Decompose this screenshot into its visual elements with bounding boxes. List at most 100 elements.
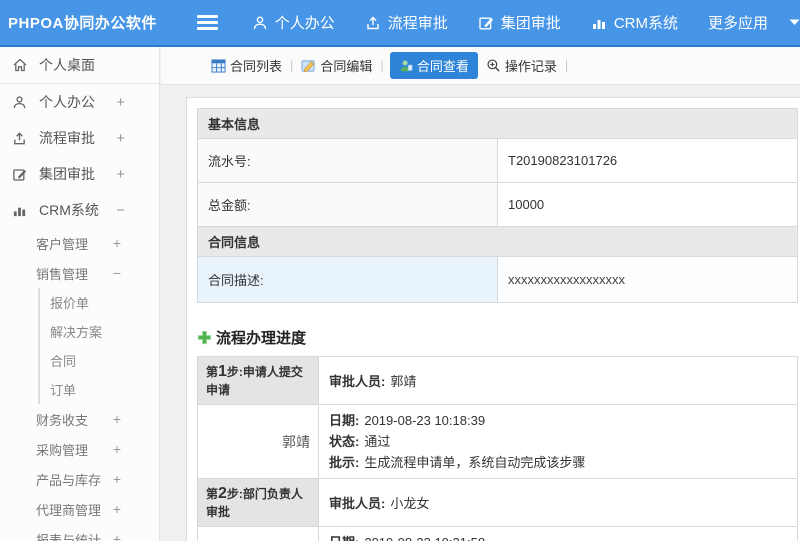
topnav-label: CRM系统 [613, 15, 678, 32]
sidebar-item-crm[interactable]: CRM系统 − [0, 192, 159, 228]
collapse-toggle[interactable]: − [113, 265, 121, 281]
sidebar-item-finance[interactable]: 财务收支 + [0, 404, 159, 434]
process-progress-label: 流程办理进度 [216, 330, 307, 347]
table-icon [211, 58, 226, 73]
sidebar-item-label: 财务收支 [36, 412, 89, 428]
tab-separator: | [290, 58, 294, 73]
expand-toggle[interactable]: + [116, 94, 125, 111]
contract-info-table: 基本信息 流水号: T20190823101726 总金额: 10000 合同信… [197, 108, 798, 303]
table-row: 总金额: 10000 [197, 182, 798, 227]
sidebar-item-sales-mgmt[interactable]: 销售管理 − [0, 258, 159, 288]
zoom-plus-icon [486, 58, 501, 73]
sidebar-item-label: 解决方案 [50, 325, 103, 340]
app-title: PHPOA协同办公软件 [8, 15, 157, 32]
field-value-description: xxxxxxxxxxxxxxxxxx [497, 256, 798, 303]
table-row: 郭靖 日期: 2019-08-23 10:18:39 状态: 通过 批示: 生成流程申… [197, 404, 798, 479]
sidebar-item-label: 报价单 [50, 296, 90, 311]
tab-bar: 合同列表 | 合同编辑 | 合同查看 操作记录 | [161, 47, 800, 85]
topnav-group-approval[interactable]: 集团审批 [478, 12, 561, 33]
expand-toggle[interactable]: + [113, 501, 121, 517]
expand-toggle[interactable]: + [113, 471, 121, 487]
sidebar-item-workflow-approval[interactable]: 流程审批 + [0, 120, 159, 156]
expand-toggle[interactable]: + [113, 411, 121, 427]
sidebar-item-contract[interactable]: 合同 [40, 346, 159, 375]
edit-icon [12, 167, 29, 182]
table-row: 第1步:申请人提交申请 审批人员: 郭靖 [197, 356, 798, 405]
topnav-more-apps[interactable]: 更多应用 [708, 12, 800, 33]
sidebar-item-label: CRM系统 [39, 202, 99, 218]
tab-label: 操作记录 [504, 59, 557, 74]
home-icon [12, 57, 29, 73]
step-detail: 日期:2019-08-23 10:21:58 状态:通过 批示:通过 [318, 526, 798, 541]
sidebar-item-label: 产品与库存 [36, 472, 102, 488]
field-value-amount: 10000 [497, 182, 798, 227]
content-panel: 基本信息 流水号: T20190823101726 总金额: 10000 合同信… [186, 97, 800, 541]
sidebar-item-solution[interactable]: 解决方案 [40, 317, 159, 346]
expand-toggle[interactable]: + [113, 531, 121, 541]
tab-contract-edit[interactable]: 合同编辑 [296, 52, 377, 79]
section-header-contract-info: 合同信息 [197, 226, 798, 257]
sidebar-item-label: 个人桌面 [39, 57, 95, 73]
chevron-down-icon [789, 19, 800, 26]
flow-icon [365, 15, 381, 31]
expand-toggle[interactable]: + [116, 166, 125, 183]
tab-label: 合同列表 [230, 59, 283, 74]
main-area: 合同列表 | 合同编辑 | 合同查看 操作记录 | 基本信息 流水号: T201… [161, 47, 800, 541]
hamburger-menu-icon[interactable] [196, 15, 218, 30]
step-title: 第1步:申请人提交申请 [197, 356, 319, 405]
sidebar-item-purchase[interactable]: 采购管理 + [0, 434, 159, 464]
sidebar-item-agent-mgmt[interactable]: 代理商管理 + [0, 494, 159, 524]
step-approver: 审批人员: 小龙女 [318, 478, 798, 527]
tab-contract-view[interactable]: 合同查看 [389, 52, 478, 79]
step-comment: 批示: 生成流程申请单，系统自动完成该步骤 [329, 455, 586, 470]
sidebar-item-customer-mgmt[interactable]: 客户管理 + [0, 228, 159, 258]
step-date: 日期: 2019-08-23 10:18:39 [329, 413, 486, 428]
person-icon [12, 95, 29, 110]
sales-submenu: 报价单 解决方案 合同 订单 [38, 288, 159, 404]
field-label-description: 合同描述: [197, 256, 498, 303]
tab-label: 合同编辑 [320, 59, 373, 74]
sidebar-item-product-inventory[interactable]: 产品与库存 + [0, 464, 159, 494]
topnav-workflow-approval[interactable]: 流程审批 [365, 12, 448, 33]
approver-name: 小龙女 [197, 526, 319, 541]
edit-doc-icon [301, 59, 316, 73]
tab-contract-list[interactable]: 合同列表 [206, 52, 287, 79]
process-steps-table: 第1步:申请人提交申请 审批人员: 郭靖 郭靖 日期: 2019-08-23 10:… [197, 356, 798, 541]
sidebar-item-label: 采购管理 [36, 442, 89, 458]
topnav-crm[interactable]: CRM系统 [591, 12, 678, 33]
sidebar-item-personal-office[interactable]: 个人办公 + [0, 84, 159, 120]
person-view-icon [399, 59, 413, 73]
tab-label: 合同查看 [416, 59, 469, 74]
topnav-label: 更多应用 [707, 15, 768, 32]
expand-toggle[interactable]: + [113, 235, 121, 251]
expand-toggle[interactable]: + [116, 130, 125, 147]
collapse-toggle[interactable]: − [116, 202, 125, 219]
expand-toggle[interactable]: + [113, 441, 121, 457]
step-title: 第2步:部门负责人审批 [197, 478, 319, 527]
table-row: 合同描述: xxxxxxxxxxxxxxxxxx [197, 256, 798, 303]
sidebar-item-quotation[interactable]: 报价单 [40, 288, 159, 317]
chart-icon [12, 203, 29, 218]
sidebar-item-label: 合同 [50, 354, 77, 369]
tab-separator: | [564, 58, 569, 73]
sidebar-item-label: 个人办公 [39, 94, 95, 110]
green-plus-icon [197, 330, 212, 345]
topnav-personal-office[interactable]: 个人办公 [252, 12, 335, 33]
step-detail: 日期: 2019-08-23 10:18:39 状态: 通过 批示: 生成流程申请单，… [318, 404, 798, 479]
sidebar-item-personal-desktop[interactable]: 个人桌面 [0, 47, 159, 84]
edit-icon [478, 15, 494, 31]
table-row: 小龙女 日期:2019-08-23 10:21:58 状态:通过 批示:通过 [197, 526, 798, 541]
person-icon [252, 15, 268, 31]
approver-name: 郭靖 [197, 404, 319, 479]
sidebar-item-label: 报表与统计 [36, 532, 102, 541]
tab-operation-log[interactable]: 操作记录 [481, 52, 562, 79]
section-header-basic-info: 基本信息 [197, 108, 798, 139]
sidebar-item-reports[interactable]: 报表与统计 + [0, 524, 159, 541]
table-row: 流水号: T20190823101726 [197, 138, 798, 183]
tab-separator: | [380, 58, 384, 73]
sidebar-item-label: 客户管理 [36, 236, 89, 252]
sidebar-item-order[interactable]: 订单 [40, 375, 159, 404]
topnav-label: 集团审批 [500, 15, 561, 32]
sidebar-item-group-approval[interactable]: 集团审批 + [0, 156, 159, 192]
field-label-serial: 流水号: [197, 138, 498, 183]
